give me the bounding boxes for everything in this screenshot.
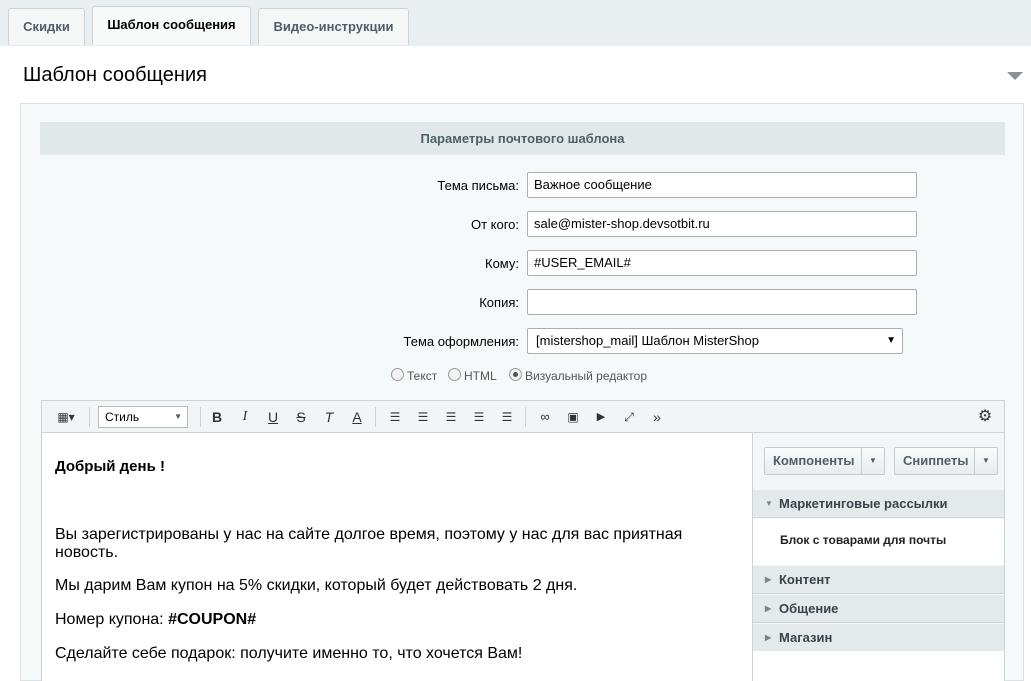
mode-text-option[interactable]: Текст xyxy=(391,368,437,384)
coupon-code: #COUPON# xyxy=(168,611,257,628)
remove-format-icon[interactable]: T xyxy=(320,408,338,426)
indent-icon[interactable]: ☰ xyxy=(470,408,488,426)
strikethrough-icon[interactable]: S xyxy=(292,408,310,426)
style-select[interactable]: Стиль ▼ xyxy=(98,406,188,428)
video-icon[interactable]: ▶ xyxy=(592,408,610,426)
chevron-down-icon: ▼ xyxy=(765,499,773,508)
tab-discounts[interactable]: Скидки xyxy=(8,8,85,45)
chevron-down-icon[interactable]: ▼ xyxy=(974,448,997,474)
greeting-text: Добрый день ! xyxy=(55,458,165,475)
tab-message-template[interactable]: Шаблон сообщения xyxy=(92,6,251,45)
sidebar-empty-area xyxy=(753,651,1004,681)
font-color-icon[interactable]: A xyxy=(348,408,366,426)
template-icon[interactable]: ▦▾ xyxy=(52,408,80,426)
radio-icon xyxy=(448,368,461,381)
section-header: Параметры почтового шаблона xyxy=(40,122,1005,155)
copy-label: Копия: xyxy=(479,295,519,310)
chevron-right-icon: ▶ xyxy=(765,604,772,613)
group-communication[interactable]: ▶ Общение xyxy=(753,595,1004,623)
settings-gear-icon[interactable]: ⚙ xyxy=(976,408,994,426)
components-button[interactable]: Компоненты ▼ xyxy=(764,447,885,475)
radio-checked-icon xyxy=(509,368,522,381)
panel-title: Шаблон сообщения xyxy=(23,64,207,86)
theme-select[interactable]: [mistershop_mail] Шаблон MisterShop ▼ xyxy=(527,328,903,354)
outdent-icon[interactable]: ☰ xyxy=(442,408,460,426)
snippets-button[interactable]: Сниппеты ▼ xyxy=(894,447,998,475)
message-line-4: Сделайте себе подарок: получите именно т… xyxy=(55,645,523,662)
radio-icon xyxy=(391,368,404,381)
group-content[interactable]: ▶ Контент xyxy=(753,566,1004,594)
copy-field[interactable] xyxy=(527,289,917,315)
subject-field[interactable]: Важное сообщение xyxy=(527,172,917,198)
from-label: От кого: xyxy=(470,217,519,232)
italic-icon[interactable]: I xyxy=(236,408,254,426)
chevron-down-icon[interactable]: ▼ xyxy=(861,448,884,474)
bold-icon[interactable]: B xyxy=(208,408,226,426)
image-icon[interactable]: ▣ xyxy=(564,408,582,426)
message-line-1b: новость. xyxy=(55,544,119,561)
editor-content[interactable]: Добрый день ! Вы зарегистрированы у нас … xyxy=(41,433,753,681)
tab-bar: Скидки Шаблон сообщения Видео-инструкции xyxy=(0,0,1031,47)
theme-label: Тема оформления: xyxy=(403,334,519,349)
group-marketing-body: Блок с товарами для почты xyxy=(753,519,1004,565)
unordered-list-icon[interactable]: ☰ xyxy=(414,408,432,426)
coupon-line: Номер купона: #COUPON# xyxy=(55,611,257,628)
from-field[interactable]: sale@mister-shop.devsotbit.ru xyxy=(527,211,917,237)
tab-video-instructions[interactable]: Видео-инструкции xyxy=(258,8,409,45)
chevron-right-icon: ▶ xyxy=(765,633,772,642)
underline-icon[interactable]: U xyxy=(264,408,282,426)
component-item[interactable]: Блок с товарами для почты xyxy=(780,533,946,547)
mode-visual-option[interactable]: Визуальный редактор xyxy=(509,368,647,384)
components-sidebar: Компоненты ▼ Сниппеты ▼ ▼ Маркетинговые рас… xyxy=(753,433,1005,681)
to-field[interactable]: #USER_EMAIL# xyxy=(527,250,917,276)
chevron-right-icon: ▶ xyxy=(765,575,772,584)
align-icon[interactable]: ☰ xyxy=(498,408,516,426)
chevron-down-icon: ▼ xyxy=(174,412,182,421)
ordered-list-icon[interactable]: ☰ xyxy=(386,408,404,426)
link-icon[interactable]: ∞ xyxy=(536,408,554,426)
editor-toolbar: ▦▾ Стиль ▼ B I U S T A ☰ ☰ ☰ ☰ ☰ ∞ ▣ ▶ ⤢ … xyxy=(41,400,1005,433)
panel-header: Шаблон сообщения xyxy=(0,46,1031,104)
more-icon[interactable]: » xyxy=(648,408,666,426)
group-shop[interactable]: ▶ Магазин xyxy=(753,624,1004,652)
to-label: Кому: xyxy=(485,256,519,271)
message-line-1: Вы зарегистрированы у нас на сайте долго… xyxy=(55,526,683,543)
dropdown-arrow-icon: ▼ xyxy=(886,335,896,346)
theme-select-value: [mistershop_mail] Шаблон MisterShop xyxy=(536,333,759,348)
mode-html-option[interactable]: HTML xyxy=(448,368,497,384)
subject-label: Тема письма: xyxy=(437,178,519,193)
message-line-2: Мы дарим Вам купон на 5% скидки, который… xyxy=(55,577,578,594)
fullscreen-icon[interactable]: ⤢ xyxy=(620,408,638,426)
group-marketing[interactable]: ▼ Маркетинговые рассылки xyxy=(753,490,1004,518)
collapse-arrow-icon[interactable] xyxy=(1007,72,1023,80)
